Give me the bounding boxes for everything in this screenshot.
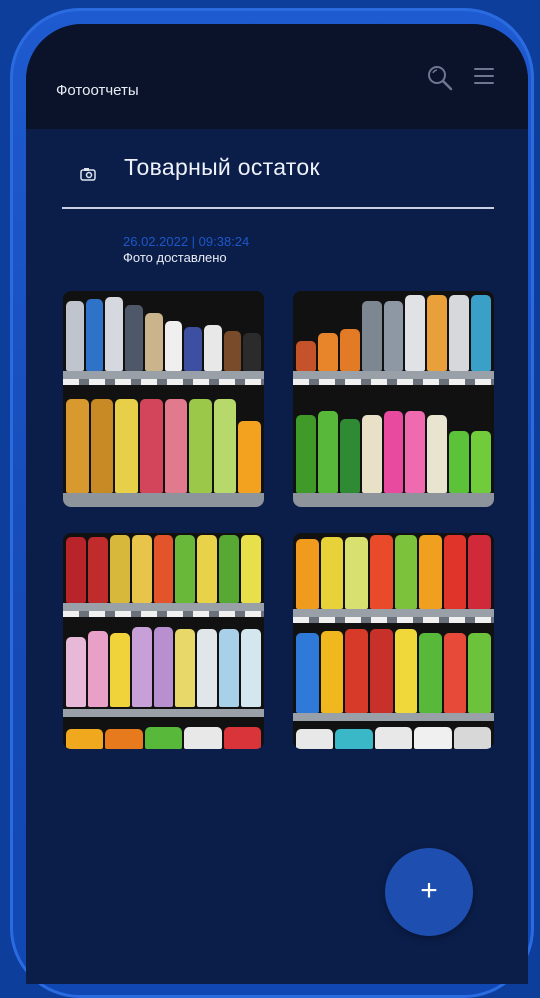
shelf-row [293,411,494,493]
camera-icon [80,167,96,181]
shelf-row [63,535,264,603]
search-icon[interactable] [426,64,454,92]
app-screen: Фотоотчеты Товарный остаток 26.02.2022 |… [26,24,528,984]
shelf-photo-4[interactable] [293,533,494,749]
add-photo-button[interactable]: + [385,848,473,936]
shelf-row [293,295,494,371]
shelf-row [293,629,494,713]
shelf-row [293,725,494,749]
section-header: Товарный остаток [62,147,494,209]
shelf-row [63,625,264,707]
shelf-row [63,295,264,371]
report-timestamp: 26.02.2022 | 09:38:24 [123,234,250,249]
section-title: Товарный остаток [124,154,320,180]
shelf-row [63,723,264,749]
top-app-bar: Фотоотчеты [26,24,528,129]
app-bar-title: Фотоотчеты [56,82,139,99]
shelf-row [63,395,264,493]
menu-icon[interactable] [474,68,494,86]
shelf-photo-1[interactable] [63,291,264,507]
shelf-photo-2[interactable] [293,291,494,507]
shelf-photo-3[interactable] [63,533,264,749]
delivery-status: Фото доставлено [123,250,227,265]
shelf-row [293,535,494,609]
